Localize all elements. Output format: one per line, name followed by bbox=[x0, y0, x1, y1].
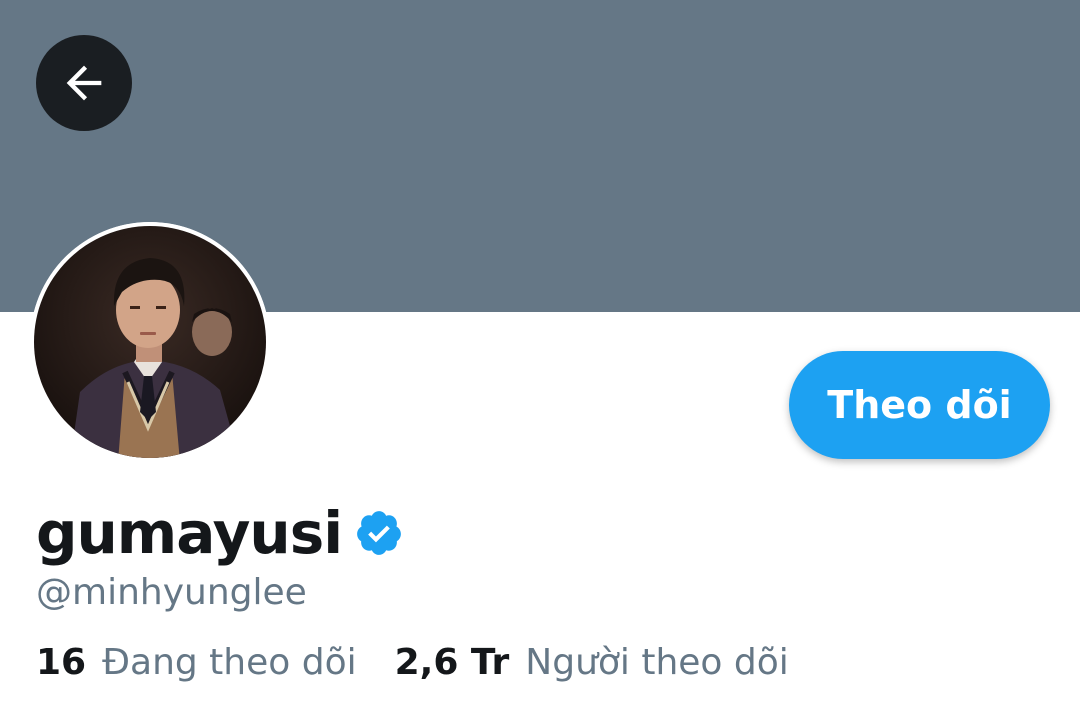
profile-handle: @minhyunglee bbox=[36, 572, 307, 613]
followers-label: Người theo dõi bbox=[525, 642, 789, 683]
followers-count: 2,6 Tr bbox=[394, 642, 510, 683]
following-count: 16 bbox=[36, 642, 87, 683]
following-stat[interactable]: 16 Đang theo dõi bbox=[36, 642, 357, 683]
profile-name-row: gumayusi bbox=[36, 496, 404, 570]
following-label: Đang theo dõi bbox=[102, 642, 357, 683]
back-button[interactable] bbox=[36, 35, 132, 131]
follow-button[interactable]: Theo dõi bbox=[789, 351, 1050, 459]
verified-badge-icon bbox=[354, 508, 404, 558]
followers-stat[interactable]: 2,6 Tr Người theo dõi bbox=[395, 642, 789, 683]
profile-stats: 16 Đang theo dõi 2,6 Tr Người theo dõi bbox=[36, 642, 789, 683]
avatar-image bbox=[30, 222, 270, 462]
arrow-left-icon bbox=[66, 65, 102, 101]
display-name: gumayusi bbox=[36, 499, 343, 567]
follow-button-label: Theo dõi bbox=[827, 383, 1012, 427]
avatar[interactable] bbox=[30, 222, 270, 462]
